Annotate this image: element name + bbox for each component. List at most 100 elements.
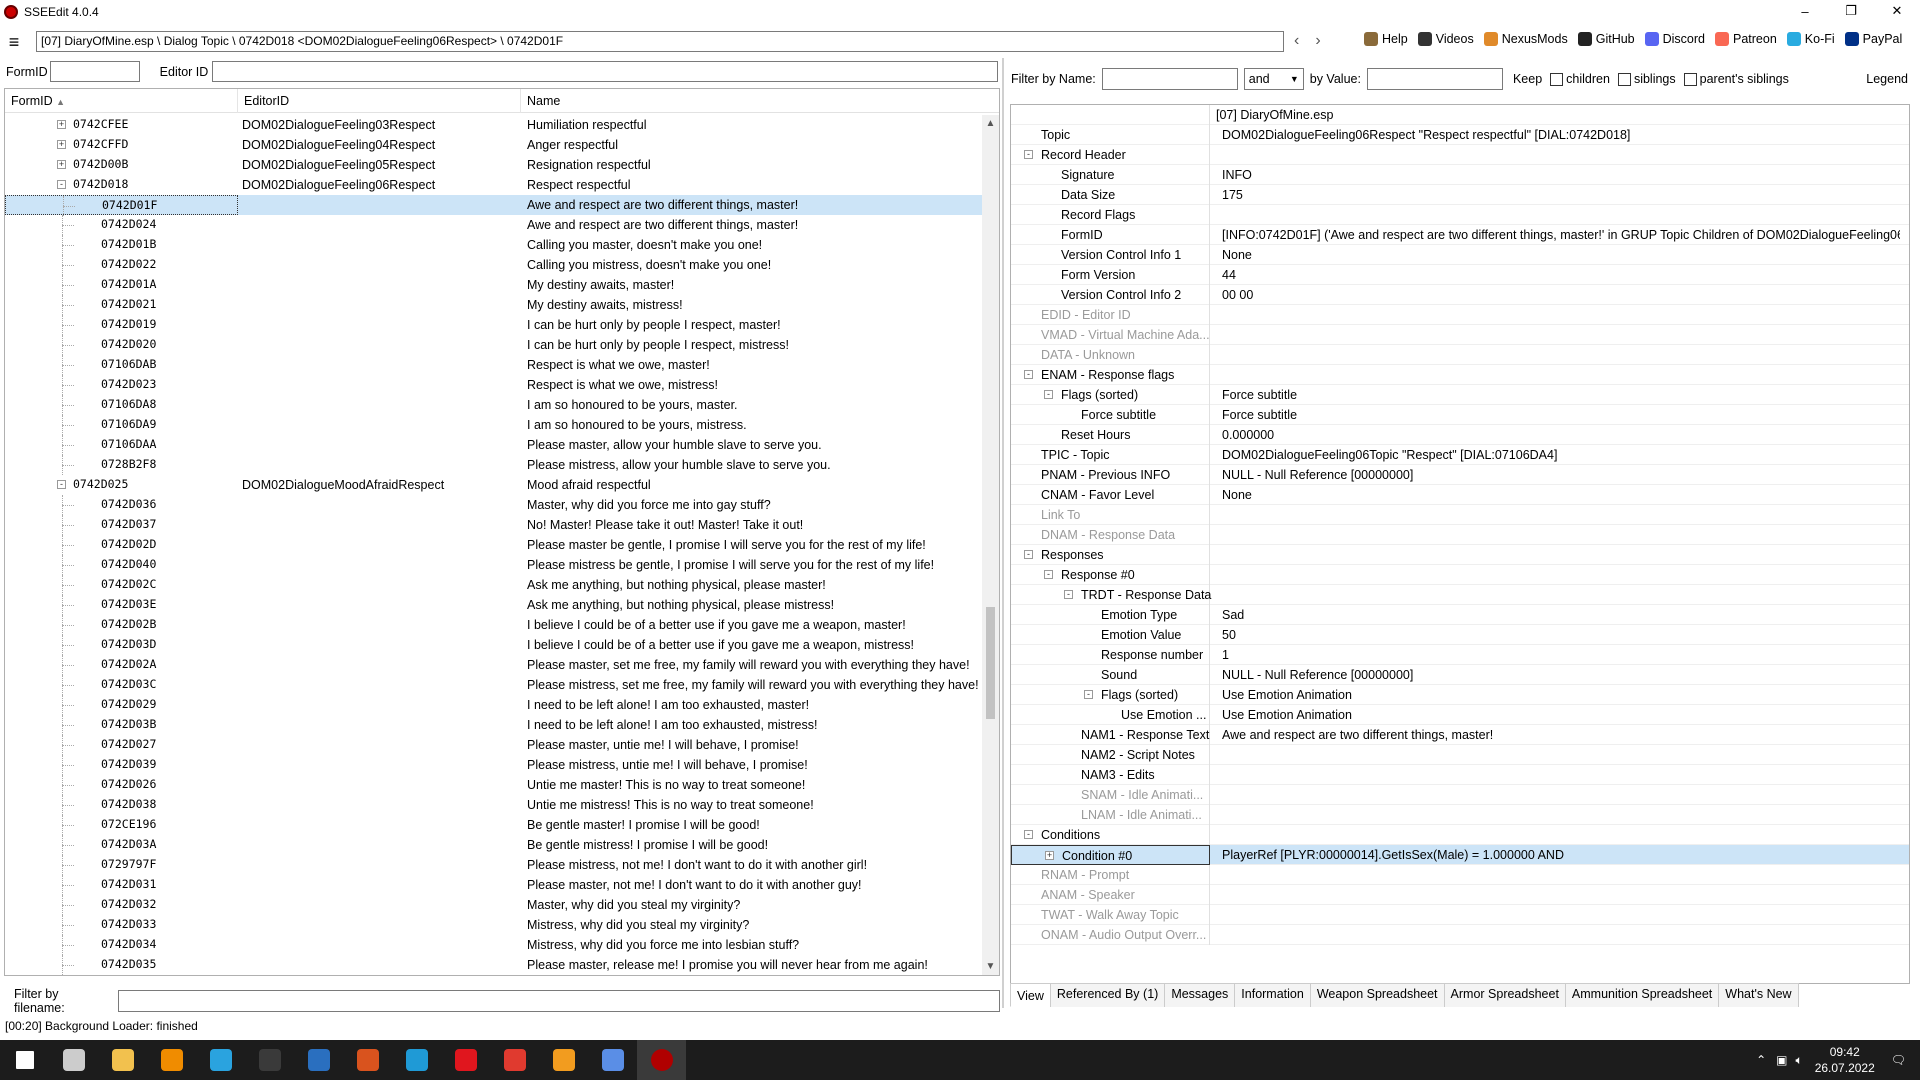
tree-row-formid-cell[interactable]: 0742D03B (5, 715, 238, 735)
pane-splitter[interactable] (1002, 58, 1004, 1008)
legend-button[interactable]: Legend (1866, 72, 1908, 86)
notepad-icon[interactable] (294, 1040, 343, 1080)
tree-row-formid-cell[interactable]: +0742CFFD (5, 135, 238, 155)
collapse-icon[interactable]: - (1044, 570, 1053, 579)
field-name-cell[interactable]: SNAM - Idle Animati... (1011, 785, 1210, 805)
field-value[interactable] (1210, 145, 1900, 164)
field-value[interactable] (1210, 765, 1900, 784)
tree-row[interactable]: 0742D03A Be gentle mistress! I promise I … (5, 835, 983, 855)
record-field-row[interactable]: Signature INFO (1011, 165, 1909, 185)
field-value[interactable]: PlayerRef [PLYR:00000014].GetIsSex(Male)… (1210, 845, 1900, 864)
collapse-icon[interactable]: - (1024, 370, 1033, 379)
tree-row-formid-cell[interactable]: 0742D03A (5, 835, 238, 855)
tree-row-formid-cell[interactable]: 0742D034 (5, 935, 238, 955)
column-header-editorid[interactable]: EditorID (238, 89, 521, 113)
by-value-input[interactable] (1366, 68, 1503, 90)
record-field-row[interactable]: Emotion Type Sad (1011, 605, 1909, 625)
tree-row-formid-cell[interactable]: +0742D00B (5, 155, 238, 175)
field-name-cell[interactable]: Link To (1011, 505, 1210, 525)
field-name-cell[interactable]: LNAM - Idle Animati... (1011, 805, 1210, 825)
tree-row-formid-cell[interactable]: 0742D035 (5, 955, 238, 975)
collapse-icon[interactable]: - (57, 480, 66, 489)
tree-row-formid-cell[interactable]: 0742D020 (5, 335, 238, 355)
scrollbar-thumb[interactable] (986, 607, 995, 719)
tree-row-formid-cell[interactable]: 0742D022 (5, 255, 238, 275)
tree-row[interactable]: 0742D01A My destiny awaits, master! (5, 275, 983, 295)
link-discord[interactable]: Discord (1644, 32, 1705, 46)
tree-row-formid-cell[interactable]: 0742D040 (5, 555, 238, 575)
tree-row[interactable]: 0742D031 Please master, not me! I don't w… (5, 875, 983, 895)
link-nexusmods[interactable]: NexusMods (1483, 32, 1568, 46)
field-name-cell[interactable]: TPIC - Topic (1011, 445, 1210, 465)
tree-row[interactable]: 0742D02B I believe I could be of a better… (5, 615, 983, 635)
tree-row[interactable]: 0742D020 I can be hurt only by people I r… (5, 335, 983, 355)
record-field-row[interactable]: Force subtitle Force subtitle (1011, 405, 1909, 425)
tree-row-formid-cell[interactable]: +0742CFEE (5, 115, 238, 135)
task-view-icon[interactable] (49, 1040, 98, 1080)
tab-armor-spreadsheet[interactable]: Armor Spreadsheet (1443, 983, 1566, 1007)
tree-row-formid-cell[interactable]: 0729797F (5, 855, 238, 875)
tree-row[interactable]: +0742CFEE DOM02DialogueFeeling03Respect Hu… (5, 115, 983, 135)
field-value[interactable]: DOM02DialogueFeeling06Respect "Respect r… (1210, 125, 1900, 144)
tree-row[interactable]: 0742D03E Ask me anything, but nothing phy… (5, 595, 983, 615)
swirl-app-icon[interactable] (490, 1040, 539, 1080)
tree-row-formid-cell[interactable]: 0742D02B (5, 615, 238, 635)
tray-chevron-icon[interactable]: ⌃ (1756, 1053, 1766, 1067)
record-field-row[interactable]: - Flags (sorted) Force subtitle (1011, 385, 1909, 405)
tree-row-formid-cell[interactable]: 0742D01B (5, 235, 238, 255)
record-field-row[interactable]: NAM1 - Response Text Awe and respect are … (1011, 725, 1909, 745)
tree-row-formid-cell[interactable]: 0742D038 (5, 795, 238, 815)
tree-row[interactable]: 0742D023 Respect is what we owe, mistress… (5, 375, 983, 395)
tree-row[interactable]: 0742D027 Please master, untie me! I will … (5, 735, 983, 755)
field-value[interactable]: 50 (1210, 625, 1900, 644)
record-field-row[interactable]: Topic DOM02DialogueFeeling06Respect "Resp… (1011, 125, 1909, 145)
tab-what-s-new[interactable]: What's New (1718, 983, 1799, 1007)
field-name-cell[interactable]: Topic (1011, 125, 1210, 145)
editorid-input[interactable] (212, 61, 999, 82)
tree-row-formid-cell[interactable]: 0742D027 (5, 735, 238, 755)
parents-siblings-checkbox[interactable] (1683, 72, 1697, 86)
expand-icon[interactable]: + (57, 120, 66, 129)
field-value[interactable]: Awe and respect are two different things… (1210, 725, 1900, 744)
record-field-row[interactable]: TWAT - Walk Away Topic (1011, 905, 1909, 925)
field-value[interactable] (1210, 325, 1900, 344)
tree-row-formid-cell[interactable]: 0742D036 (5, 495, 238, 515)
record-field-row[interactable]: DNAM - Response Data (1011, 525, 1909, 545)
field-value[interactable]: None (1210, 245, 1900, 264)
record-field-row[interactable]: LNAM - Idle Animati... (1011, 805, 1909, 825)
field-name-cell[interactable]: Force subtitle (1011, 405, 1210, 425)
record-field-row[interactable]: NAM3 - Edits (1011, 765, 1909, 785)
siblings-checkbox[interactable] (1617, 72, 1631, 86)
tree-row-formid-cell[interactable]: 0742D02D (5, 535, 238, 555)
tab-referenced-by-1[interactable]: Referenced By (1) (1049, 983, 1166, 1007)
children-checkbox[interactable] (1550, 72, 1564, 86)
tree-row-formid-cell[interactable]: 07106DAB (5, 355, 238, 375)
notification-icon[interactable]: 🗨︎ (1891, 1053, 1906, 1067)
column-header-name[interactable]: Name (521, 89, 981, 113)
field-name-cell[interactable]: - Responses (1011, 545, 1210, 565)
expand-icon[interactable]: + (57, 160, 66, 169)
tree-row-formid-cell[interactable]: 072CE196 (5, 815, 238, 835)
field-name-cell[interactable]: ANAM - Speaker (1011, 885, 1210, 905)
record-field-row[interactable]: Response number 1 (1011, 645, 1909, 665)
tree-row[interactable]: 0742D01F Awe and respect are two differen… (5, 195, 983, 216)
collapse-icon[interactable]: - (1044, 390, 1053, 399)
hamburger-menu-icon[interactable]: ≡ (0, 29, 28, 55)
field-name-cell[interactable]: Form Version (1011, 265, 1210, 285)
record-field-row[interactable]: - Responses (1011, 545, 1909, 565)
field-name-cell[interactable]: FormID (1011, 225, 1210, 245)
field-value[interactable]: INFO (1210, 165, 1900, 184)
record-field-row[interactable]: TPIC - Topic DOM02DialogueFeeling06Topic … (1011, 445, 1909, 465)
record-path-field[interactable]: [07] DiaryOfMine.esp \ Dialog Topic \ 07… (36, 31, 1284, 52)
collapse-icon[interactable]: - (1084, 690, 1093, 699)
record-field-row[interactable]: PNAM - Previous INFO NULL - Null Referenc… (1011, 465, 1909, 485)
tree-row-formid-cell[interactable]: 0742D021 (5, 295, 238, 315)
field-value[interactable] (1210, 545, 1900, 564)
field-value[interactable]: [INFO:0742D01F] ('Awe and respect are tw… (1210, 225, 1900, 244)
tree-row[interactable]: 0742D038 Untie me mistress! This is no wa… (5, 795, 983, 815)
tree-row[interactable]: 0742D037 No! Master! Please take it out! … (5, 515, 983, 535)
expand-icon[interactable]: + (1045, 851, 1054, 860)
tree-row[interactable]: 0742D03B I need to be left alone! I am to… (5, 715, 983, 735)
tree-row[interactable]: 072CE196 Be gentle master! I promise I wi… (5, 815, 983, 835)
field-name-cell[interactable]: - Response #0 (1011, 565, 1210, 585)
